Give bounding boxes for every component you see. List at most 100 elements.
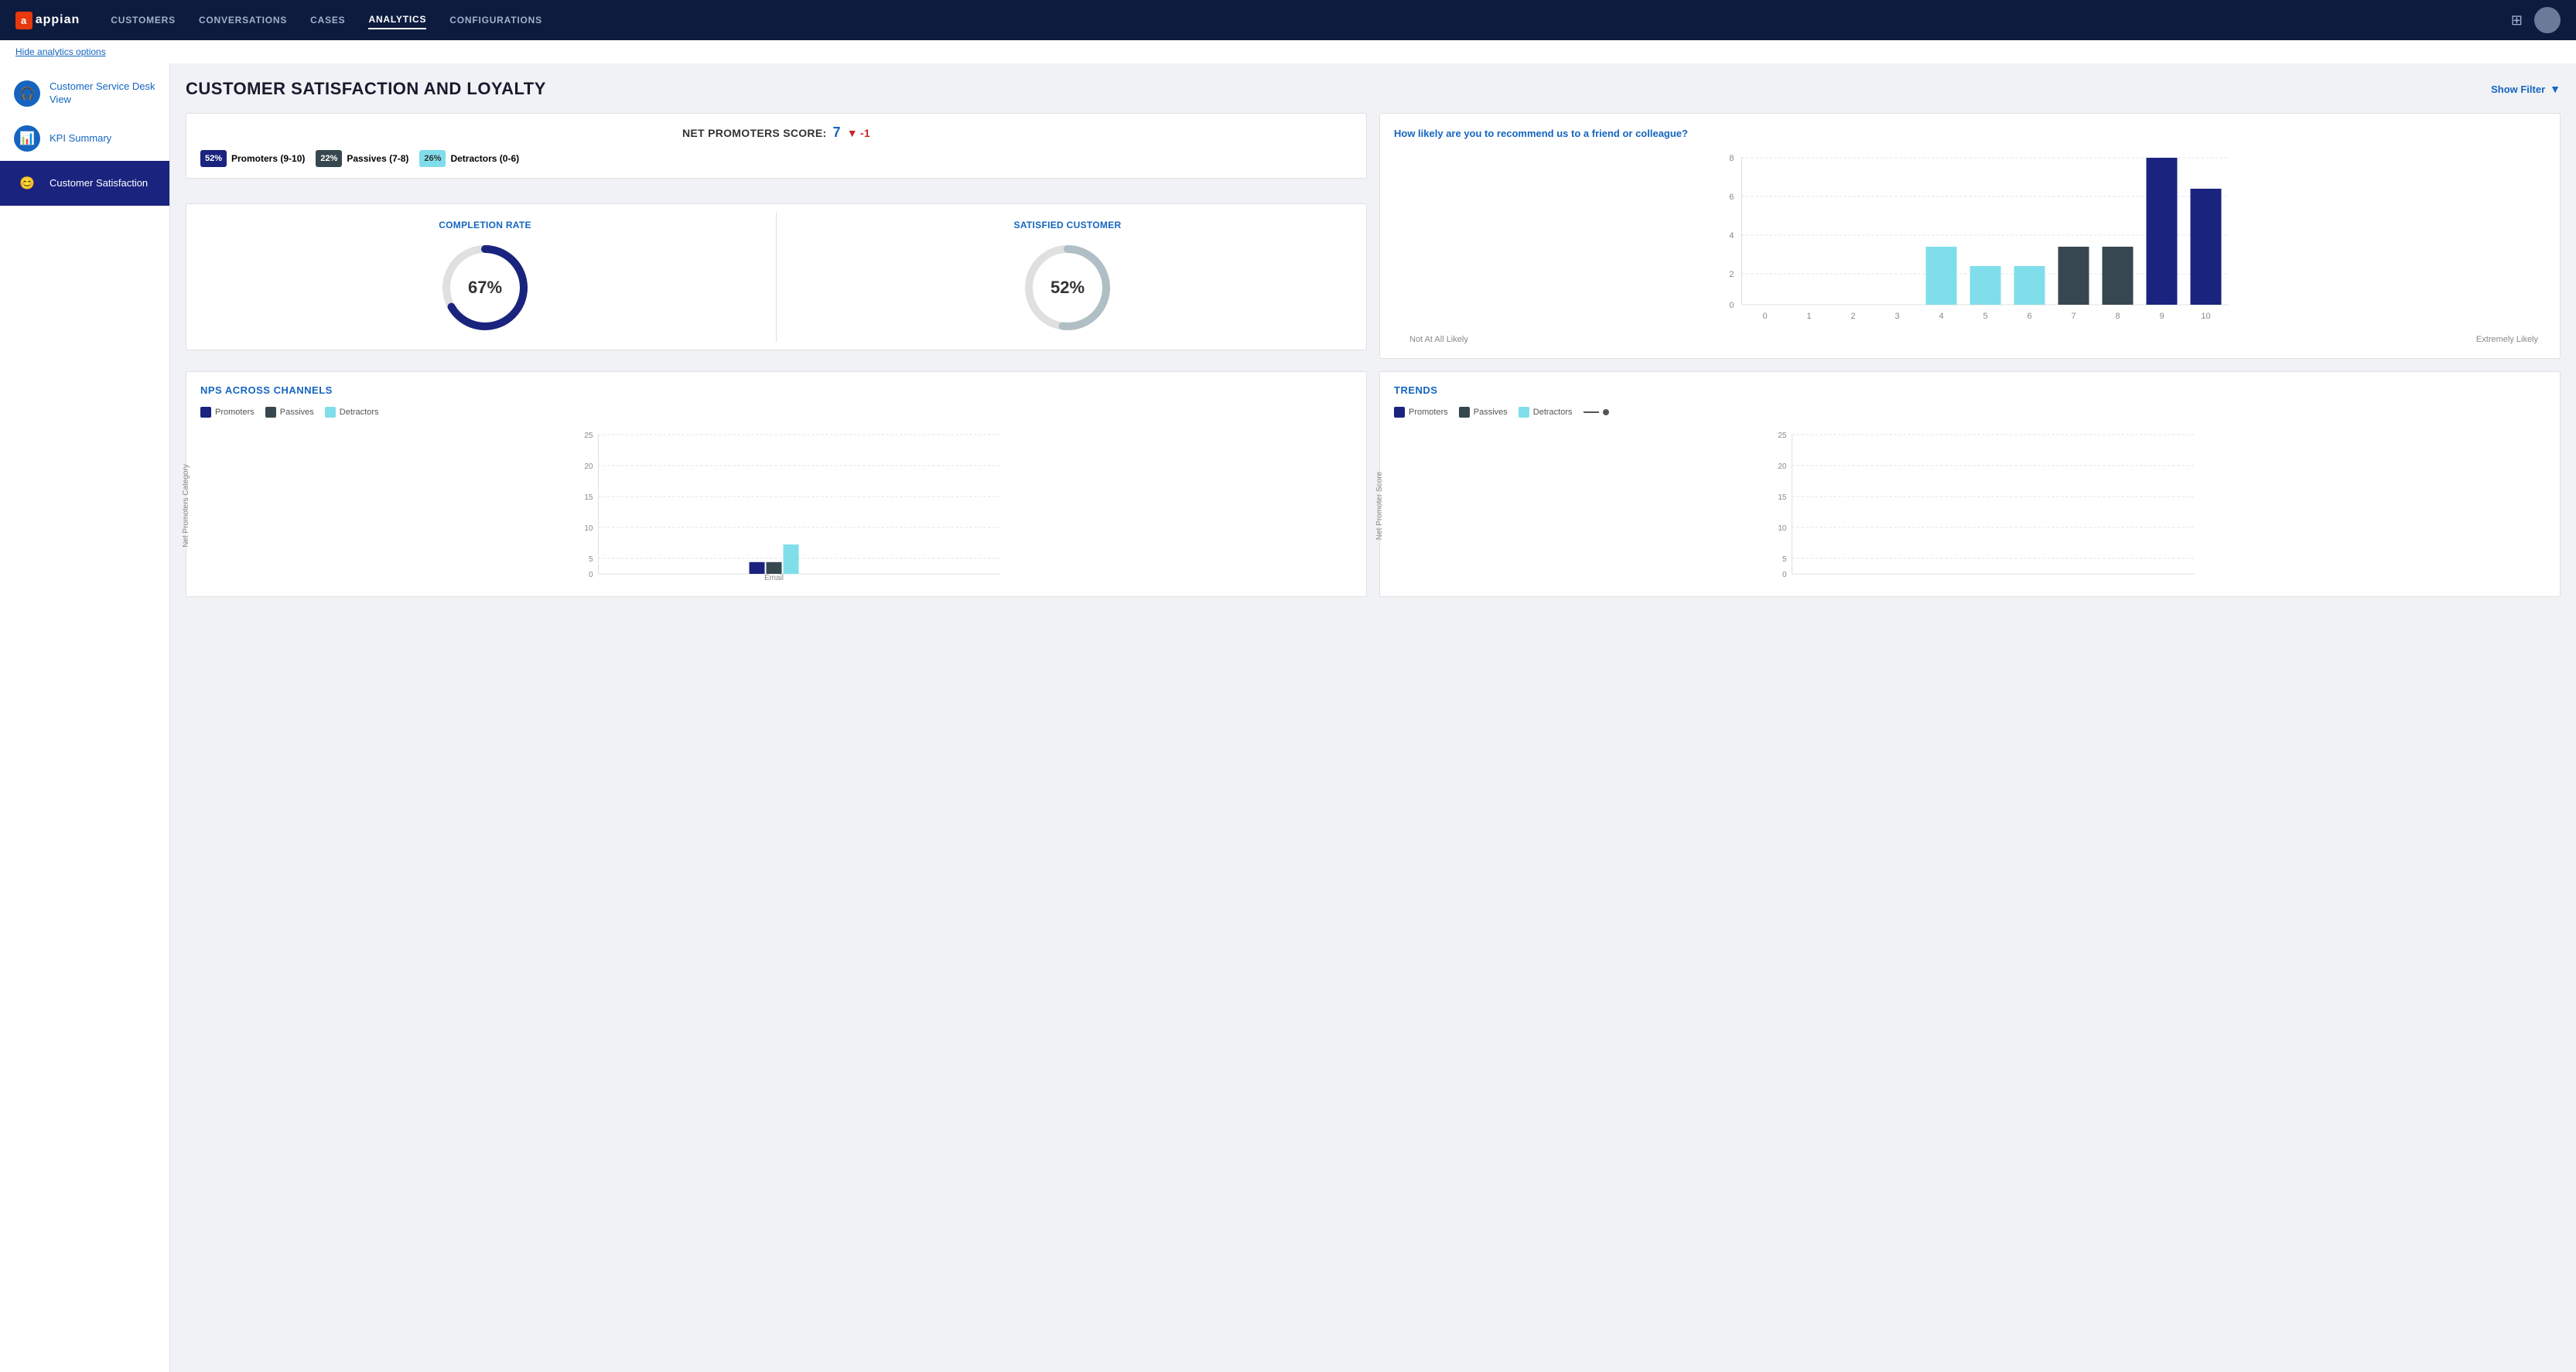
svg-text:6: 6	[1729, 193, 1734, 202]
legend-passives-box	[265, 407, 276, 418]
nav-right-controls: ⊞	[2511, 7, 2561, 33]
trends-legend-detractors-label: Detractors	[1533, 408, 1573, 417]
detractors-dot: 26%	[419, 150, 446, 167]
kpi-icon: 📊	[14, 125, 40, 152]
satisfaction-icon: 😊	[14, 170, 40, 196]
app-logo[interactable]: a appian	[15, 12, 80, 29]
trends-y-label: Net Promoter Score	[1375, 471, 1384, 539]
main-content: CUSTOMER SATISFACTION AND LOYALTY Show F…	[170, 63, 2576, 1372]
nps-channels-y-label: Net Promoters Category	[182, 464, 190, 548]
nav-conversations[interactable]: CONVERSATIONS	[199, 12, 287, 29]
trends-card: TRENDS Promoters Passives Detractors	[1379, 371, 2561, 597]
nav-cases[interactable]: CASES	[310, 12, 345, 29]
svg-text:0: 0	[589, 571, 593, 579]
promoters-dot: 52%	[200, 150, 227, 167]
legend-promoters-box	[200, 407, 211, 418]
nps-channels-card: NPS ACROSS CHANNELS Promoters Passives	[186, 371, 1367, 597]
trends-legend-promoters-box	[1394, 407, 1405, 418]
trends-legend-detractors-box	[1519, 407, 1529, 418]
sidebar-item-customer-satisfaction[interactable]: 😊 Customer Satisfaction	[0, 161, 169, 206]
trends-legend: Promoters Passives Detractors	[1394, 407, 2546, 418]
bar-chart-question: How likely are you to recommend us to a …	[1394, 128, 2546, 139]
page-header: CUSTOMER SATISFACTION AND LOYALTY Show F…	[186, 79, 2561, 99]
legend-detractors: Detractors	[325, 407, 379, 418]
satisfied-customer-gauge: 52%	[1021, 241, 1114, 334]
svg-text:5: 5	[589, 555, 593, 564]
sidebar-item-kpi-label: KPI Summary	[50, 132, 111, 145]
nav-configurations[interactable]: CONFIGURATIONS	[449, 12, 542, 29]
nav-analytics[interactable]: ANALYTICS	[368, 11, 426, 29]
top-navigation: a appian CUSTOMERS CONVERSATIONS CASES A…	[0, 0, 2576, 40]
nps-score-value: 7	[832, 125, 840, 141]
passives-dot: 22%	[316, 150, 342, 167]
legend-promoters: Promoters	[200, 407, 255, 418]
svg-text:8: 8	[1729, 154, 1734, 163]
trends-legend-promoters: Promoters	[1394, 407, 1448, 418]
gauges-row: COMPLETION RATE 67%	[194, 212, 1358, 342]
completion-rate-section: COMPLETION RATE 67%	[194, 212, 777, 342]
trends-legend-passives-box	[1459, 407, 1470, 418]
nav-customers[interactable]: CUSTOMERS	[111, 12, 176, 29]
legend-promoters-label: Promoters	[215, 408, 255, 417]
nps-delta: ▼ -1	[847, 127, 870, 139]
svg-text:0: 0	[1729, 301, 1734, 310]
svg-text:0: 0	[1762, 312, 1767, 321]
show-filter-label: Show Filter	[2491, 84, 2545, 95]
trends-legend-dot	[1603, 409, 1609, 415]
legend-passives: Passives	[265, 407, 314, 418]
logo-text: appian	[36, 13, 80, 27]
svg-text:0: 0	[1782, 571, 1787, 579]
logo-icon: a	[15, 12, 32, 29]
satisfied-customer-title: SATISFIED CUSTOMER	[1014, 220, 1122, 230]
content-area: 🎧 Customer Service Desk View 📊 KPI Summa…	[0, 63, 2576, 1372]
trends-svg: 25 20 15 10 5 0	[1417, 427, 2546, 582]
svg-text:15: 15	[584, 493, 593, 502]
promoters-badge: 52% Promoters (9-10)	[200, 150, 305, 167]
svg-text:2: 2	[1850, 312, 1855, 321]
nps-badges: 52% Promoters (9-10) 22% Passives (7-8) …	[200, 150, 1352, 167]
promoters-label: Promoters (9-10)	[231, 153, 305, 164]
nps-delta-value: -1	[860, 127, 870, 139]
user-avatar[interactable]	[2534, 7, 2561, 33]
page-title: CUSTOMER SATISFACTION AND LOYALTY	[186, 79, 546, 99]
satisfied-customer-section: SATISFIED CUSTOMER 52%	[777, 212, 1358, 342]
nps-label: NET PROMOTERS SCORE:	[682, 127, 826, 139]
sidebar-item-kpi[interactable]: 📊 KPI Summary	[0, 116, 169, 161]
show-filter-button[interactable]: Show Filter ▼	[2491, 83, 2561, 95]
trends-legend-passives-label: Passives	[1474, 408, 1508, 417]
svg-text:5: 5	[1983, 312, 1987, 321]
left-panel: NET PROMOTERS SCORE: 7 ▼ -1 52% Promoter…	[186, 113, 1367, 359]
svg-text:20: 20	[584, 462, 593, 471]
sidebar-item-customer-service[interactable]: 🎧 Customer Service Desk View	[0, 71, 169, 116]
main-container: Hide analytics options 🎧 Customer Servic…	[0, 40, 2576, 1372]
svg-text:25: 25	[584, 432, 593, 440]
delta-arrow-icon: ▼	[847, 127, 858, 139]
detractors-label: Detractors (0-6)	[450, 153, 519, 164]
completion-rate-title: COMPLETION RATE	[439, 220, 531, 230]
grid-icon[interactable]: ⊞	[2511, 12, 2523, 29]
svg-text:4: 4	[1939, 312, 1943, 321]
nps-channels-chart-wrapper: Net Promoters Category 25 20 15 10 5	[200, 427, 1352, 584]
satisfied-customer-value: 52%	[1051, 278, 1085, 298]
sidebar-item-customer-service-label: Customer Service Desk View	[50, 80, 158, 107]
svg-text:Email: Email	[764, 574, 784, 582]
gauges-card: COMPLETION RATE 67%	[186, 203, 1367, 350]
sidebar-item-satisfaction-label: Customer Satisfaction	[50, 177, 148, 190]
legend-detractors-label: Detractors	[340, 408, 379, 417]
svg-text:15: 15	[1778, 493, 1787, 502]
trends-title: TRENDS	[1394, 384, 2546, 396]
svg-text:9: 9	[2159, 312, 2164, 321]
bar-chart-svg: 8 6 4 2 0	[1402, 150, 2546, 336]
trends-legend-passives: Passives	[1459, 407, 1508, 418]
trends-chart-wrapper: Net Promoter Score 25 20 15 10 5	[1394, 427, 2546, 584]
trends-legend-line-icon	[1584, 411, 1599, 413]
nps-channels-svg: 25 20 15 10 5 0	[224, 427, 1352, 582]
svg-text:10: 10	[1778, 524, 1787, 533]
hide-analytics-link[interactable]: Hide analytics options	[0, 40, 2576, 63]
trends-legend-promoters-label: Promoters	[1409, 408, 1448, 417]
passives-label: Passives (7-8)	[347, 153, 408, 164]
dashboard-grid: NET PROMOTERS SCORE: 7 ▼ -1 52% Promoter…	[186, 113, 2561, 359]
filter-icon: ▼	[2550, 83, 2561, 95]
nps-channels-legend: Promoters Passives Detractors	[200, 407, 1352, 418]
svg-text:10: 10	[2201, 312, 2210, 321]
